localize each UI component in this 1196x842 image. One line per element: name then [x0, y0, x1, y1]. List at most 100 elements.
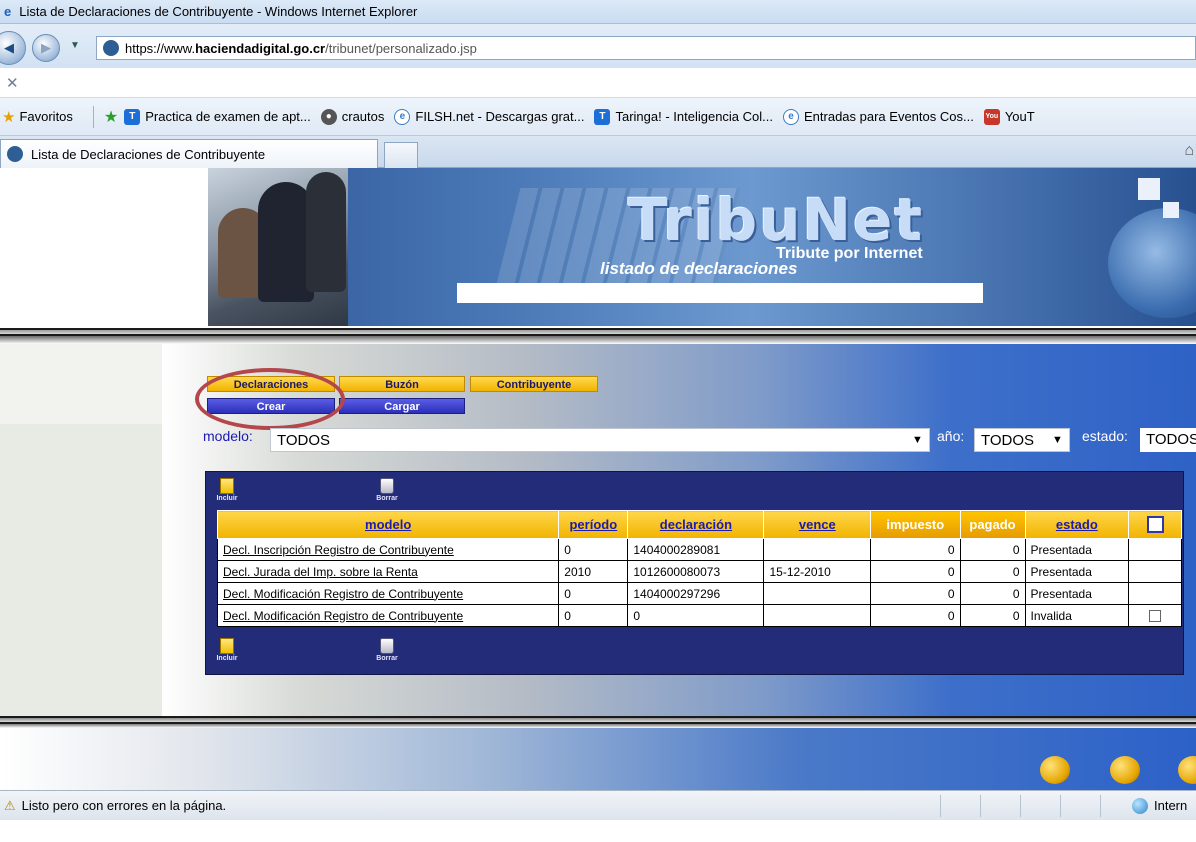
favorite-link[interactable]: You YouT — [983, 108, 1035, 125]
favorite-label: crautos — [341, 109, 385, 124]
borrar-label: Borrar — [376, 655, 398, 662]
divider — [940, 795, 941, 817]
ie-page-icon: e — [783, 108, 799, 125]
table-header-row: modelo período declaración vence impuest… — [216, 510, 1182, 539]
banner-left-space — [0, 168, 208, 326]
borrar-button[interactable]: Borrar — [372, 638, 402, 662]
status-message: Listo pero con errores en la página. — [21, 798, 227, 813]
column-header-declaracion[interactable]: declaración — [627, 510, 765, 539]
modelo-select[interactable]: TODOS — [270, 428, 930, 452]
table-row: Decl. Modificación Registro de Contribuy… — [216, 604, 1182, 627]
select-cell — [1128, 538, 1182, 561]
column-header-impuesto: impuesto — [870, 510, 961, 539]
tools-icon[interactable] — [1178, 756, 1196, 784]
key-icon[interactable] — [1040, 756, 1070, 784]
favorites-button[interactable]: Favoritos — [19, 109, 72, 124]
select-cell — [1128, 560, 1182, 583]
forward-button[interactable]: ▶ — [32, 34, 60, 62]
wrench-icon[interactable] — [1110, 756, 1140, 784]
favorite-link[interactable]: ● crautos — [320, 108, 385, 125]
select-all-header[interactable] — [1128, 510, 1182, 539]
tab-label: Lista de Declaraciones de Contribuyente — [31, 146, 266, 162]
modelo-link[interactable]: Decl. Inscripción Registro de Contribuye… — [216, 538, 560, 561]
divider — [980, 795, 981, 817]
ie-logo-icon: e — [4, 4, 12, 19]
blank-area — [0, 820, 1196, 842]
banner-white-strip — [457, 283, 983, 303]
taringa-icon: T — [594, 108, 611, 125]
url-scheme: https://www. — [125, 40, 196, 56]
tab-bar: Lista de Declaraciones de Contribuyente … — [0, 136, 1196, 168]
chevron-down-icon[interactable]: ▼ — [1052, 434, 1063, 446]
new-tab-button[interactable] — [384, 142, 418, 168]
impuesto-cell: 0 — [870, 582, 961, 605]
submenu-cargar[interactable]: Cargar — [339, 398, 465, 414]
row-checkbox[interactable] — [1149, 610, 1162, 623]
column-header-vence[interactable]: vence — [763, 510, 872, 539]
impuesto-cell: 0 — [870, 560, 961, 583]
favorite-link[interactable]: e Entradas para Eventos Cos... — [783, 108, 974, 125]
select-cell — [1128, 582, 1182, 605]
history-dropdown-icon[interactable]: ▼ — [70, 40, 80, 51]
decorative-square — [1163, 202, 1179, 218]
modelo-link[interactable]: Decl. Modificación Registro de Contribuy… — [216, 582, 560, 605]
declaracion-cell: 1404000297296 — [627, 582, 765, 605]
estado-select[interactable]: TODOS — [1140, 428, 1196, 452]
favorite-label: YouT — [1004, 109, 1035, 124]
pagado-cell: 0 — [959, 560, 1026, 583]
incluir-button[interactable]: Incluir — [212, 478, 242, 502]
chevron-down-icon[interactable]: ▼ — [912, 434, 923, 446]
youtube-icon: You — [983, 108, 1000, 125]
vence-cell — [763, 604, 872, 627]
toolbar-row: ✕ — [0, 68, 1196, 98]
document-icon — [220, 478, 234, 494]
table-row: Decl. Jurada del Imp. sobre la Renta 201… — [216, 560, 1182, 583]
brand-logo-text: TribuNet — [628, 186, 925, 254]
pagado-cell: 0 — [959, 538, 1026, 561]
column-header-modelo[interactable]: modelo — [216, 510, 560, 539]
borrar-button[interactable]: Borrar — [372, 478, 402, 502]
close-icon[interactable]: ✕ — [6, 74, 19, 92]
periodo-cell: 2010 — [558, 560, 629, 583]
tab-lista-declaraciones[interactable]: Lista de Declaraciones de Contribuyente — [0, 139, 378, 168]
favorite-link[interactable]: T Practica de examen de apt... — [124, 108, 311, 125]
estado-label: estado: — [1082, 428, 1128, 444]
table-row: Decl. Modificación Registro de Contribuy… — [216, 582, 1182, 605]
column-header-periodo[interactable]: período — [558, 510, 629, 539]
column-header-estado[interactable]: estado — [1024, 510, 1130, 539]
menu-buzon[interactable]: Buzón — [339, 376, 465, 392]
impuesto-cell: 0 — [870, 604, 961, 627]
favorites-star-icon[interactable]: ★ — [2, 108, 15, 126]
divider — [0, 716, 1196, 728]
impuesto-cell: 0 — [870, 538, 961, 561]
estado-cell: Presentada — [1024, 582, 1130, 605]
status-bar: ⚠ Listo pero con errores en la página. I… — [0, 790, 1196, 820]
table-row: Decl. Inscripción Registro de Contribuye… — [216, 538, 1182, 561]
url-path: /tribunet/personalizado.jsp — [325, 40, 477, 56]
favorite-link[interactable]: e FILSH.net - Descargas grat... — [394, 108, 585, 125]
pagado-cell: 0 — [959, 582, 1026, 605]
crautos-icon: ● — [320, 108, 337, 125]
favorite-link[interactable]: T Taringa! - Inteligencia Col... — [594, 108, 773, 125]
vence-cell — [763, 538, 872, 561]
declaracion-cell: 1404000289081 — [627, 538, 765, 561]
modelo-link[interactable]: Decl. Modificación Registro de Contribuy… — [216, 604, 560, 627]
menu-contribuyente[interactable]: Contribuyente — [470, 376, 598, 392]
modelo-link[interactable]: Decl. Jurada del Imp. sobre la Renta — [216, 560, 560, 583]
trash-icon — [380, 638, 394, 654]
estado-cell: Presentada — [1024, 560, 1130, 583]
declaracion-cell: 1012600080073 — [627, 560, 765, 583]
favorite-label: Taringa! - Inteligencia Col... — [615, 109, 773, 124]
address-field[interactable]: https://www. haciendadigital.go.cr/tribun… — [96, 36, 1196, 60]
incluir-button[interactable]: Incluir — [212, 638, 242, 662]
add-favorite-icon[interactable]: ★ — [104, 107, 118, 127]
favorite-label: Entradas para Eventos Cos... — [804, 109, 974, 124]
warning-icon[interactable]: ⚠ — [4, 798, 16, 814]
select-all-checkbox[interactable] — [1146, 516, 1164, 534]
brand-subtitle: Tribute por Internet — [776, 245, 923, 262]
back-button[interactable]: ◀ — [0, 31, 26, 65]
pagado-cell: 0 — [959, 604, 1026, 627]
estado-cell: Invalida — [1024, 604, 1130, 627]
favorite-label: FILSH.net - Descargas grat... — [415, 109, 585, 124]
home-icon[interactable]: ⌂ — [1184, 142, 1194, 160]
